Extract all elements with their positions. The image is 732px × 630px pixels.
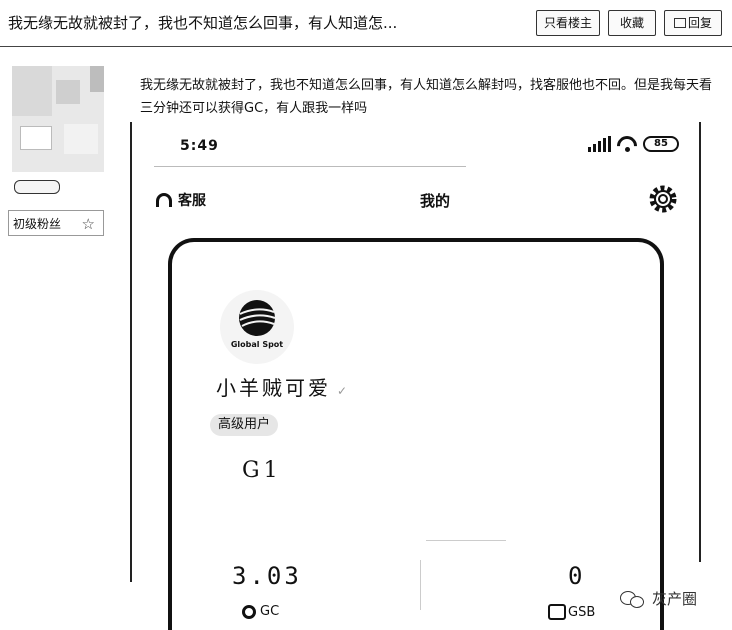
status-icons: 85 bbox=[588, 131, 679, 161]
avatar-block bbox=[56, 80, 80, 104]
post-content: 我无缘无故就被封了，我也不知道怎么回事，有人知道怎么解封吗，找客服他也不回。但是… bbox=[140, 78, 713, 116]
gc-value: 3.03 bbox=[232, 562, 302, 590]
only-op-button[interactable]: 只看楼主 bbox=[536, 10, 600, 36]
gear-icon[interactable] bbox=[646, 182, 680, 216]
divider bbox=[426, 540, 506, 541]
balance-stats: 3.03 GC 0 GSB bbox=[130, 530, 701, 630]
gsb-balance-item[interactable]: GSB bbox=[548, 604, 595, 620]
divider bbox=[420, 560, 421, 610]
watermark-text: 灰产圈 bbox=[652, 590, 698, 608]
gc-balance-item[interactable]: GC bbox=[242, 604, 279, 619]
app-bar: 客服 我的 bbox=[130, 182, 701, 218]
verified-mark-icon: ✓ bbox=[337, 384, 351, 398]
thread-header: 我无缘无故就被封了，我也不知道怎么回事，有人知道怎... 只看楼主 收藏 回复 bbox=[0, 0, 732, 47]
signal-icon bbox=[588, 136, 611, 152]
avatar[interactable] bbox=[12, 66, 104, 172]
gsb-value: 0 bbox=[568, 562, 583, 590]
global-spot-logo: Global Spot bbox=[220, 290, 294, 364]
post-image: 5:49 85 客服 我的 Global Spot 小羊贼可爱 ✓ 高级用户 G… bbox=[130, 122, 701, 630]
gsb-label: GSB bbox=[568, 604, 596, 620]
watermark: 灰产圈 bbox=[620, 588, 697, 609]
user-rank-label: 初级粉丝 bbox=[13, 217, 62, 231]
avatar-block bbox=[12, 66, 52, 116]
page-title: 我的 bbox=[420, 192, 451, 210]
user-rank-badge: 初级粉丝 ☆ bbox=[8, 210, 104, 236]
star-icon: ☆ bbox=[81, 215, 95, 233]
wifi-icon bbox=[612, 131, 642, 161]
reply-button[interactable]: 回复 bbox=[664, 10, 722, 36]
gc-label: GC bbox=[260, 604, 280, 619]
avatar-block bbox=[90, 66, 104, 92]
username-redacted[interactable] bbox=[14, 180, 60, 194]
gsb-icon bbox=[548, 604, 566, 620]
favorite-label: 收藏 bbox=[619, 16, 644, 30]
battery-icon: 85 bbox=[643, 136, 679, 152]
reply-icon bbox=[673, 18, 686, 28]
globe-icon bbox=[239, 300, 276, 336]
avatar-block bbox=[20, 126, 52, 150]
customer-service-label: 客服 bbox=[178, 193, 206, 209]
grade-label: G1 bbox=[242, 458, 282, 483]
status-time: 5:49 bbox=[180, 138, 219, 154]
avatar-block bbox=[64, 124, 98, 154]
gc-coin-icon bbox=[242, 604, 256, 619]
headset-icon bbox=[156, 193, 172, 207]
thread-title: 我无缘无故就被封了，我也不知道怎么回事，有人知道怎... bbox=[8, 14, 398, 32]
profile-username: 小羊贼可爱 ✓ bbox=[216, 372, 350, 401]
favorite-button[interactable]: 收藏 bbox=[608, 10, 656, 36]
reply-label: 回复 bbox=[687, 16, 712, 30]
status-divider bbox=[154, 166, 466, 167]
profile-username-text: 小羊贼可爱 bbox=[216, 376, 331, 400]
user-level-badge: 高级用户 bbox=[210, 414, 279, 436]
logo-text: Global Spot bbox=[230, 340, 284, 349]
only-op-label: 只看楼主 bbox=[543, 16, 592, 30]
customer-service-button[interactable]: 客服 bbox=[156, 190, 206, 210]
wechat-icon bbox=[620, 589, 646, 609]
